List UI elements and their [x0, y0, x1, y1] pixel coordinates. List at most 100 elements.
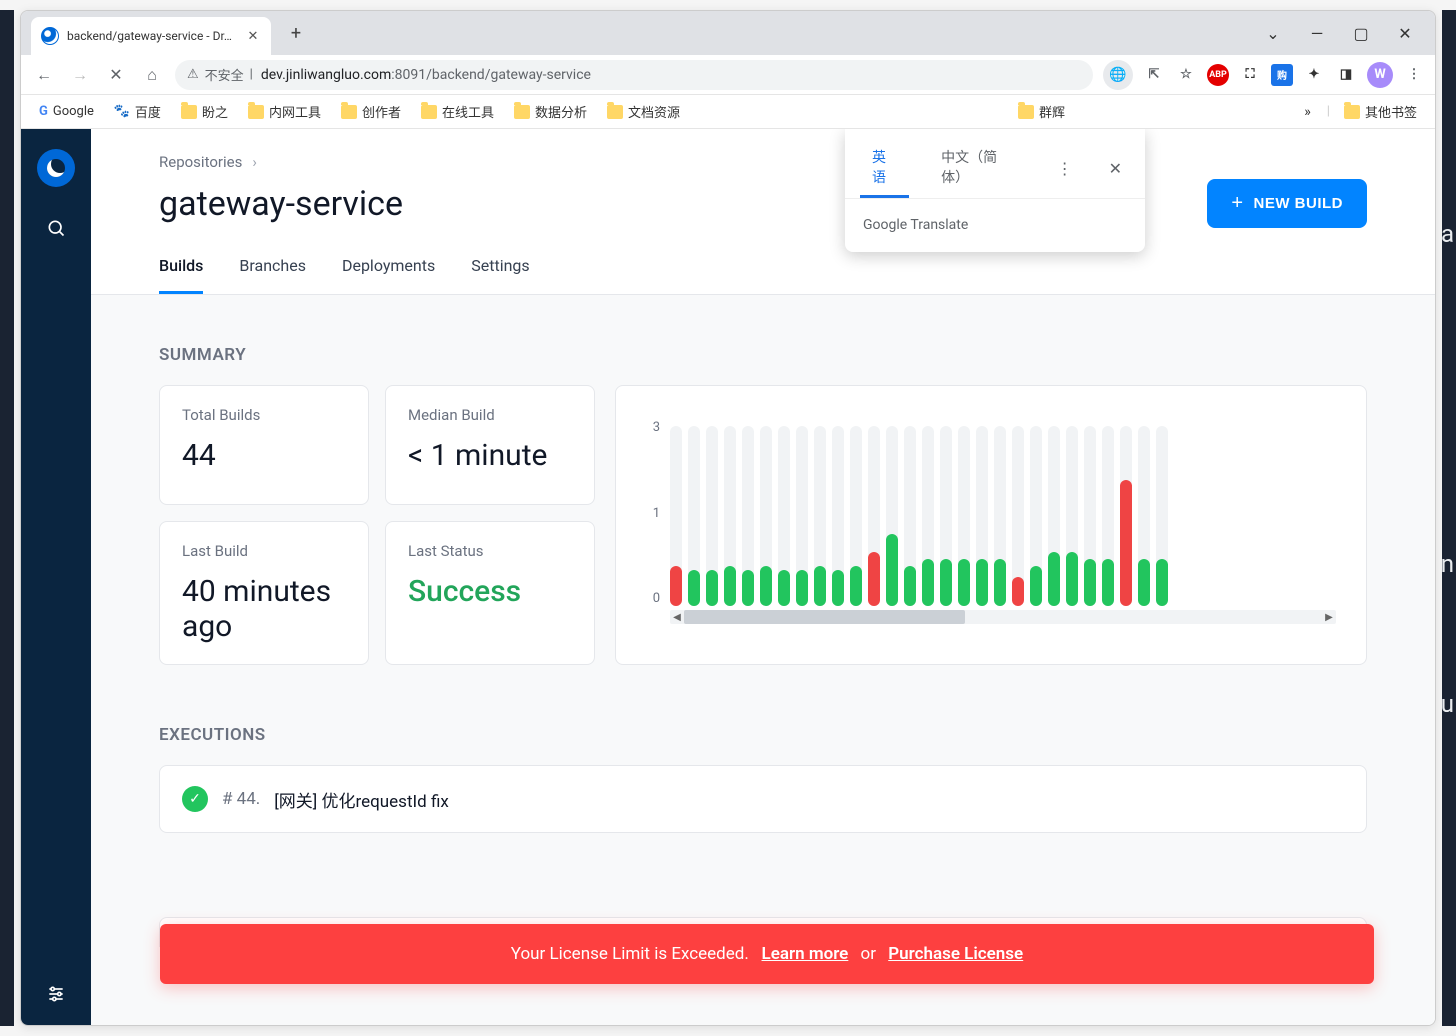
chart-bar[interactable]	[760, 426, 772, 606]
chart-bar[interactable]	[1012, 426, 1024, 606]
drone-favicon	[41, 27, 59, 45]
scroll-right-icon[interactable]: ▶	[1322, 610, 1336, 624]
chart-bar[interactable]	[886, 426, 898, 606]
chart-bar[interactable]	[850, 426, 862, 606]
chart-bar[interactable]	[940, 426, 952, 606]
total-builds-card: Total Builds 44	[159, 385, 369, 505]
tab-branches[interactable]: Branches	[239, 256, 306, 294]
bookmark-folder-creator[interactable]: 创作者	[335, 98, 407, 125]
chart-bar[interactable]	[1120, 426, 1132, 606]
bookmark-folder-internal[interactable]: 内网工具	[242, 98, 327, 125]
star-icon[interactable]: ☆	[1175, 64, 1197, 86]
close-icon[interactable]: ✕	[1391, 19, 1419, 47]
settings-sliders-icon[interactable]	[45, 983, 67, 1005]
warning-icon: ⚠	[187, 67, 199, 82]
extensions-puzzle-icon[interactable]: ✦	[1303, 64, 1325, 86]
scroll-left-icon[interactable]: ◀	[670, 610, 684, 624]
chart-bar[interactable]	[1030, 426, 1042, 606]
chart-bar[interactable]	[922, 426, 934, 606]
chart-bar[interactable]	[1084, 426, 1096, 606]
chart-bar[interactable]	[1138, 426, 1150, 606]
chart-bar[interactable]	[670, 426, 682, 606]
extension-icon-1[interactable]: ⛶	[1239, 64, 1261, 86]
drone-sidebar	[21, 129, 91, 1025]
bookmark-folder-online-tools[interactable]: 在线工具	[415, 98, 500, 125]
license-sep: or	[861, 944, 876, 964]
chart-bar[interactable]	[796, 426, 808, 606]
chart-bar[interactable]	[778, 426, 790, 606]
breadcrumb-repositories[interactable]: Repositories	[159, 153, 242, 171]
chart-bar[interactable]	[814, 426, 826, 606]
other-bookmarks-folder[interactable]: 其他书签	[1338, 98, 1423, 125]
chart-bar[interactable]	[1066, 426, 1078, 606]
chart-bar[interactable]	[904, 426, 916, 606]
extension-icon-2[interactable]: 购	[1271, 64, 1293, 86]
bookmark-google[interactable]: GGoogle	[33, 100, 100, 123]
title-bar: backend/gateway-service - Dr… ✕ + ⌄ — ▢ …	[21, 11, 1435, 55]
bookmarks-overflow-icon[interactable]: »	[1296, 104, 1319, 120]
browser-tab[interactable]: backend/gateway-service - Dr… ✕	[31, 17, 271, 55]
tab-deployments[interactable]: Deployments	[342, 256, 435, 294]
new-tab-button[interactable]: +	[281, 18, 311, 48]
new-build-button[interactable]: + NEW BUILD	[1207, 179, 1367, 228]
bookmark-baidu[interactable]: 百度	[108, 98, 167, 125]
chart-bar[interactable]	[868, 426, 880, 606]
tab-close-icon[interactable]: ✕	[245, 28, 261, 44]
bookmark-folder-data-analysis[interactable]: 数据分析	[508, 98, 593, 125]
chart-bar[interactable]	[1102, 426, 1114, 606]
translate-menu-icon[interactable]: ⋮	[1049, 155, 1081, 182]
share-icon[interactable]: ⇱	[1143, 64, 1165, 86]
chevron-right-icon: ›	[252, 153, 257, 171]
minimize-icon[interactable]: —	[1303, 19, 1331, 47]
scroll-thumb[interactable]	[684, 610, 965, 624]
last-build-card: Last Build 40 minutes ago	[159, 521, 369, 665]
browser-window: backend/gateway-service - Dr… ✕ + ⌄ — ▢ …	[20, 10, 1436, 1026]
stop-button[interactable]: ✕	[103, 62, 129, 88]
url-input[interactable]: ⚠ 不安全 | dev.jinliwangluo.com:8091/backen…	[175, 60, 1093, 90]
median-build-label: Median Build	[408, 406, 572, 424]
translate-icon[interactable]: 🌐	[1103, 60, 1133, 90]
back-button[interactable]: ←	[31, 62, 57, 88]
window-controls: ⌄ — ▢ ✕	[1243, 11, 1435, 55]
learn-more-link[interactable]: Learn more	[762, 944, 849, 964]
maximize-icon[interactable]: ▢	[1347, 19, 1375, 47]
translate-tab-english[interactable]: 英语	[860, 139, 909, 198]
chart-bar[interactable]	[706, 426, 718, 606]
forward-button[interactable]: →	[67, 62, 93, 88]
profile-avatar[interactable]: W	[1367, 62, 1393, 88]
purchase-license-link[interactable]: Purchase License	[888, 944, 1023, 964]
status-success-icon: ✓	[182, 786, 208, 812]
chart-bar[interactable]	[1048, 426, 1060, 606]
chart-bar[interactable]	[976, 426, 988, 606]
translate-tab-chinese[interactable]: 中文（简体）	[929, 139, 1028, 198]
home-button[interactable]: ⌂	[139, 62, 165, 88]
chart-bar[interactable]	[994, 426, 1006, 606]
page-title: gateway-service	[159, 184, 403, 224]
chart-bar[interactable]	[724, 426, 736, 606]
bookmark-folder-panzi[interactable]: 盼之	[175, 98, 234, 125]
tab-builds[interactable]: Builds	[159, 256, 203, 294]
chart-bar[interactable]	[742, 426, 754, 606]
chrome-menu-icon[interactable]: ⋮	[1403, 64, 1425, 86]
abp-extension-icon[interactable]: ABP	[1207, 64, 1229, 86]
translate-close-icon[interactable]: ✕	[1101, 157, 1130, 180]
builds-chart: 3 1 0 ◀ ▶	[615, 385, 1367, 665]
tabs-nav: Builds Branches Deployments Settings	[159, 256, 1367, 294]
bookmark-folder-qunhui[interactable]: 群辉	[1012, 98, 1071, 125]
chart-bar[interactable]	[688, 426, 700, 606]
chart-bar[interactable]	[832, 426, 844, 606]
drone-logo-icon[interactable]	[37, 149, 75, 187]
bookmark-folder-docs[interactable]: 文档资源	[601, 98, 686, 125]
last-status-value: Success	[408, 574, 572, 609]
breadcrumb: Repositories ›	[159, 153, 1367, 171]
tab-settings[interactable]: Settings	[471, 256, 529, 294]
chart-bars	[670, 416, 1336, 606]
sidepanel-icon[interactable]: ◨	[1335, 64, 1357, 86]
total-builds-value: 44	[182, 438, 346, 473]
execution-item[interactable]: ✓ # 44. [网关] 优化requestId fix	[159, 765, 1367, 833]
chart-bar[interactable]	[1156, 426, 1168, 606]
chart-scrollbar[interactable]: ◀ ▶	[670, 610, 1336, 624]
search-icon[interactable]	[45, 217, 67, 239]
chevron-down-icon[interactable]: ⌄	[1259, 19, 1287, 47]
chart-bar[interactable]	[958, 426, 970, 606]
